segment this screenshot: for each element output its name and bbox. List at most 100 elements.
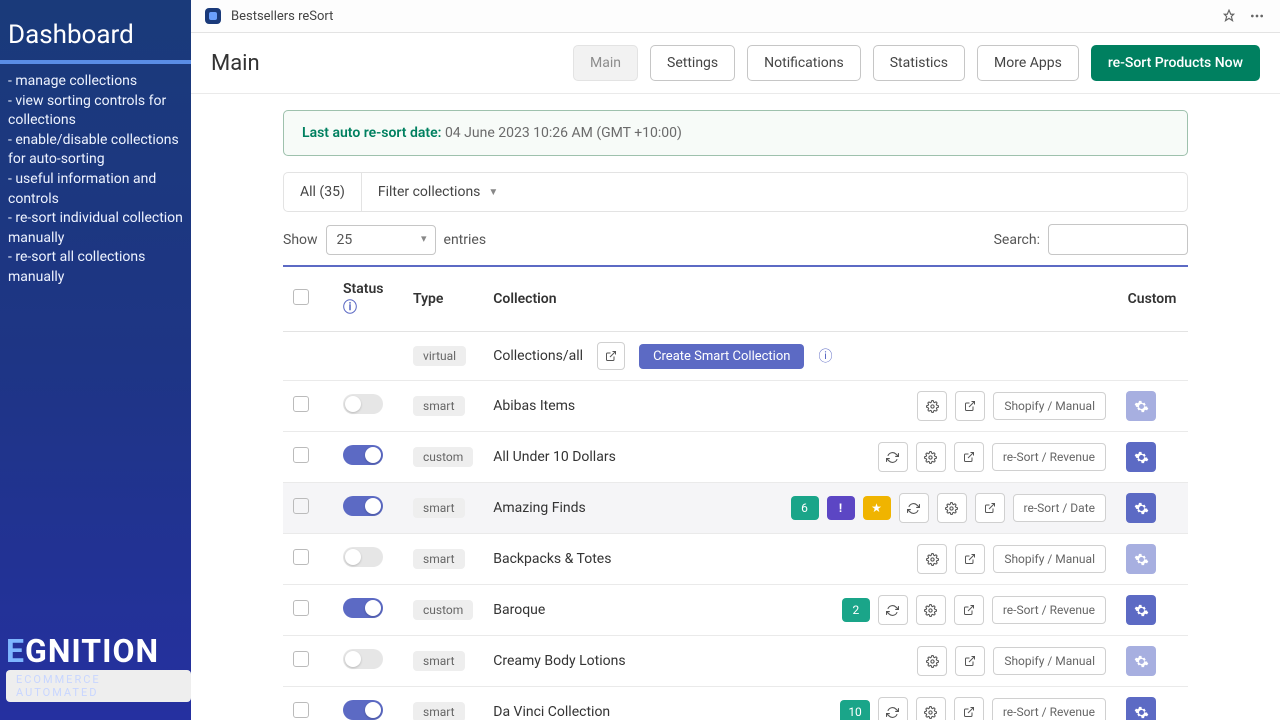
page-title: Main (211, 51, 260, 76)
sort-label: re-Sort / Revenue (992, 443, 1106, 471)
custom-settings-button[interactable] (1126, 646, 1156, 676)
refresh-icon[interactable] (878, 595, 908, 625)
table-row: customBaroque2re-Sort / Revenue (283, 585, 1188, 636)
gear-icon[interactable] (917, 391, 947, 421)
table-row: customAll Under 10 Dollarsre-Sort / Reve… (283, 432, 1188, 483)
badge: 10 (840, 700, 870, 720)
col-collection: Collection (483, 266, 1116, 332)
external-link-icon[interactable] (954, 595, 984, 625)
tab-notifications[interactable]: Notifications (747, 45, 861, 81)
table-row: smartCreamy Body LotionsShopify / Manual (283, 636, 1188, 687)
sidebar-title: Dashboard (0, 6, 191, 64)
header-tabs: Main Settings Notifications Statistics M… (573, 45, 1260, 81)
filter-collections[interactable]: Filter collections ▼ (362, 173, 514, 211)
gear-icon[interactable] (937, 493, 967, 523)
external-link-icon[interactable] (955, 646, 985, 676)
brand-tagline: ECOMMERCE AUTOMATED (6, 670, 191, 702)
custom-settings-button[interactable] (1126, 493, 1156, 523)
external-link-icon[interactable] (954, 442, 984, 472)
create-smart-collection-button[interactable]: Create Smart Collection (639, 344, 804, 369)
virtual-row: virtual Collections/all Create Smart Col… (283, 332, 1188, 381)
pin-icon[interactable] (1220, 7, 1238, 25)
sidebar-note: - useful information and controls (8, 170, 183, 209)
tab-more-apps[interactable]: More Apps (977, 45, 1079, 81)
app-name: Bestsellers reSort (231, 9, 333, 24)
sidebar-note: - re-sort all collections manually (8, 248, 183, 287)
table-row: smart Abibas Items Shopify / Manual (283, 381, 1188, 432)
page-size-select[interactable]: 25 (326, 225, 436, 255)
refresh-icon[interactable] (878, 697, 908, 720)
external-link-icon[interactable] (975, 493, 1005, 523)
col-type: Type (403, 266, 483, 332)
gear-icon[interactable] (917, 544, 947, 574)
type-tag: smart (413, 651, 465, 671)
select-all-checkbox[interactable] (293, 289, 309, 305)
search-input[interactable] (1048, 224, 1188, 255)
status-toggle[interactable] (343, 394, 383, 414)
type-tag: smart (413, 396, 465, 416)
external-link-icon[interactable] (955, 391, 985, 421)
col-status: Status ⓘ (333, 266, 403, 332)
badge: ! (827, 496, 855, 520)
refresh-icon[interactable] (899, 493, 929, 523)
type-tag: virtual (413, 346, 466, 366)
external-link-icon[interactable] (955, 544, 985, 574)
filter-bar: All (35) Filter collections ▼ (283, 172, 1188, 212)
app-icon (205, 8, 221, 24)
tab-statistics[interactable]: Statistics (873, 45, 965, 81)
sort-label: re-Sort / Revenue (992, 698, 1106, 720)
badge: 6 (791, 496, 819, 520)
type-tag: smart (413, 702, 465, 720)
banner-date: 04 June 2023 10:26 AM (GMT +10:00) (445, 125, 682, 141)
external-link-icon[interactable] (597, 342, 625, 370)
tab-main[interactable]: Main (573, 45, 638, 81)
gear-icon[interactable] (916, 697, 946, 720)
custom-settings-button[interactable] (1126, 595, 1156, 625)
entries-label: entries (444, 232, 487, 248)
gear-icon[interactable] (916, 595, 946, 625)
row-checkbox[interactable] (293, 600, 309, 616)
type-tag: custom (413, 447, 473, 467)
row-checkbox[interactable] (293, 396, 309, 412)
col-custom: Custom (1116, 266, 1188, 332)
row-checkbox[interactable] (293, 549, 309, 565)
row-checkbox[interactable] (293, 498, 309, 514)
status-toggle[interactable] (343, 598, 383, 618)
titlebar: Bestsellers reSort (191, 0, 1280, 33)
gear-icon[interactable] (917, 646, 947, 676)
gear-icon[interactable] (916, 442, 946, 472)
row-checkbox[interactable] (293, 702, 309, 718)
status-toggle[interactable] (343, 700, 383, 720)
more-icon[interactable] (1248, 7, 1266, 25)
collections-table: Status ⓘ Type Collection Custom virtual … (283, 265, 1188, 720)
sidebar-note: - enable/disable collections for auto-so… (8, 131, 183, 170)
status-toggle[interactable] (343, 649, 383, 669)
custom-settings-button[interactable] (1126, 544, 1156, 574)
status-toggle[interactable] (343, 547, 383, 567)
filter-all[interactable]: All (35) (284, 173, 362, 211)
external-link-icon[interactable] (954, 697, 984, 720)
status-toggle[interactable] (343, 496, 383, 516)
refresh-icon[interactable] (878, 442, 908, 472)
resort-now-button[interactable]: re-Sort Products Now (1091, 45, 1260, 81)
custom-settings-button[interactable] (1126, 442, 1156, 472)
tab-settings[interactable]: Settings (650, 45, 735, 81)
row-checkbox[interactable] (293, 447, 309, 463)
collection-name: Creamy Body Lotions (493, 653, 625, 669)
sort-label: Shopify / Manual (993, 545, 1106, 573)
custom-settings-button[interactable] (1126, 697, 1156, 720)
table-controls: Show 25 entries Search: (283, 224, 1188, 255)
collection-name: Abibas Items (493, 398, 575, 414)
custom-settings-button[interactable] (1126, 391, 1156, 421)
row-checkbox[interactable] (293, 651, 309, 667)
sort-label: Shopify / Manual (993, 392, 1106, 420)
type-tag: smart (413, 549, 465, 569)
sidebar-note: - view sorting controls for collections (8, 92, 183, 131)
page-header: Main Main Settings Notifications Statist… (191, 33, 1280, 94)
help-icon[interactable]: ⓘ (343, 300, 357, 316)
status-toggle[interactable] (343, 445, 383, 465)
collection-name: Backpacks & Totes (493, 551, 611, 567)
banner-label: Last auto re-sort date: (302, 125, 445, 141)
sidebar: Dashboard - manage collections- view sor… (0, 0, 191, 720)
help-icon[interactable]: ⓘ (818, 346, 832, 366)
